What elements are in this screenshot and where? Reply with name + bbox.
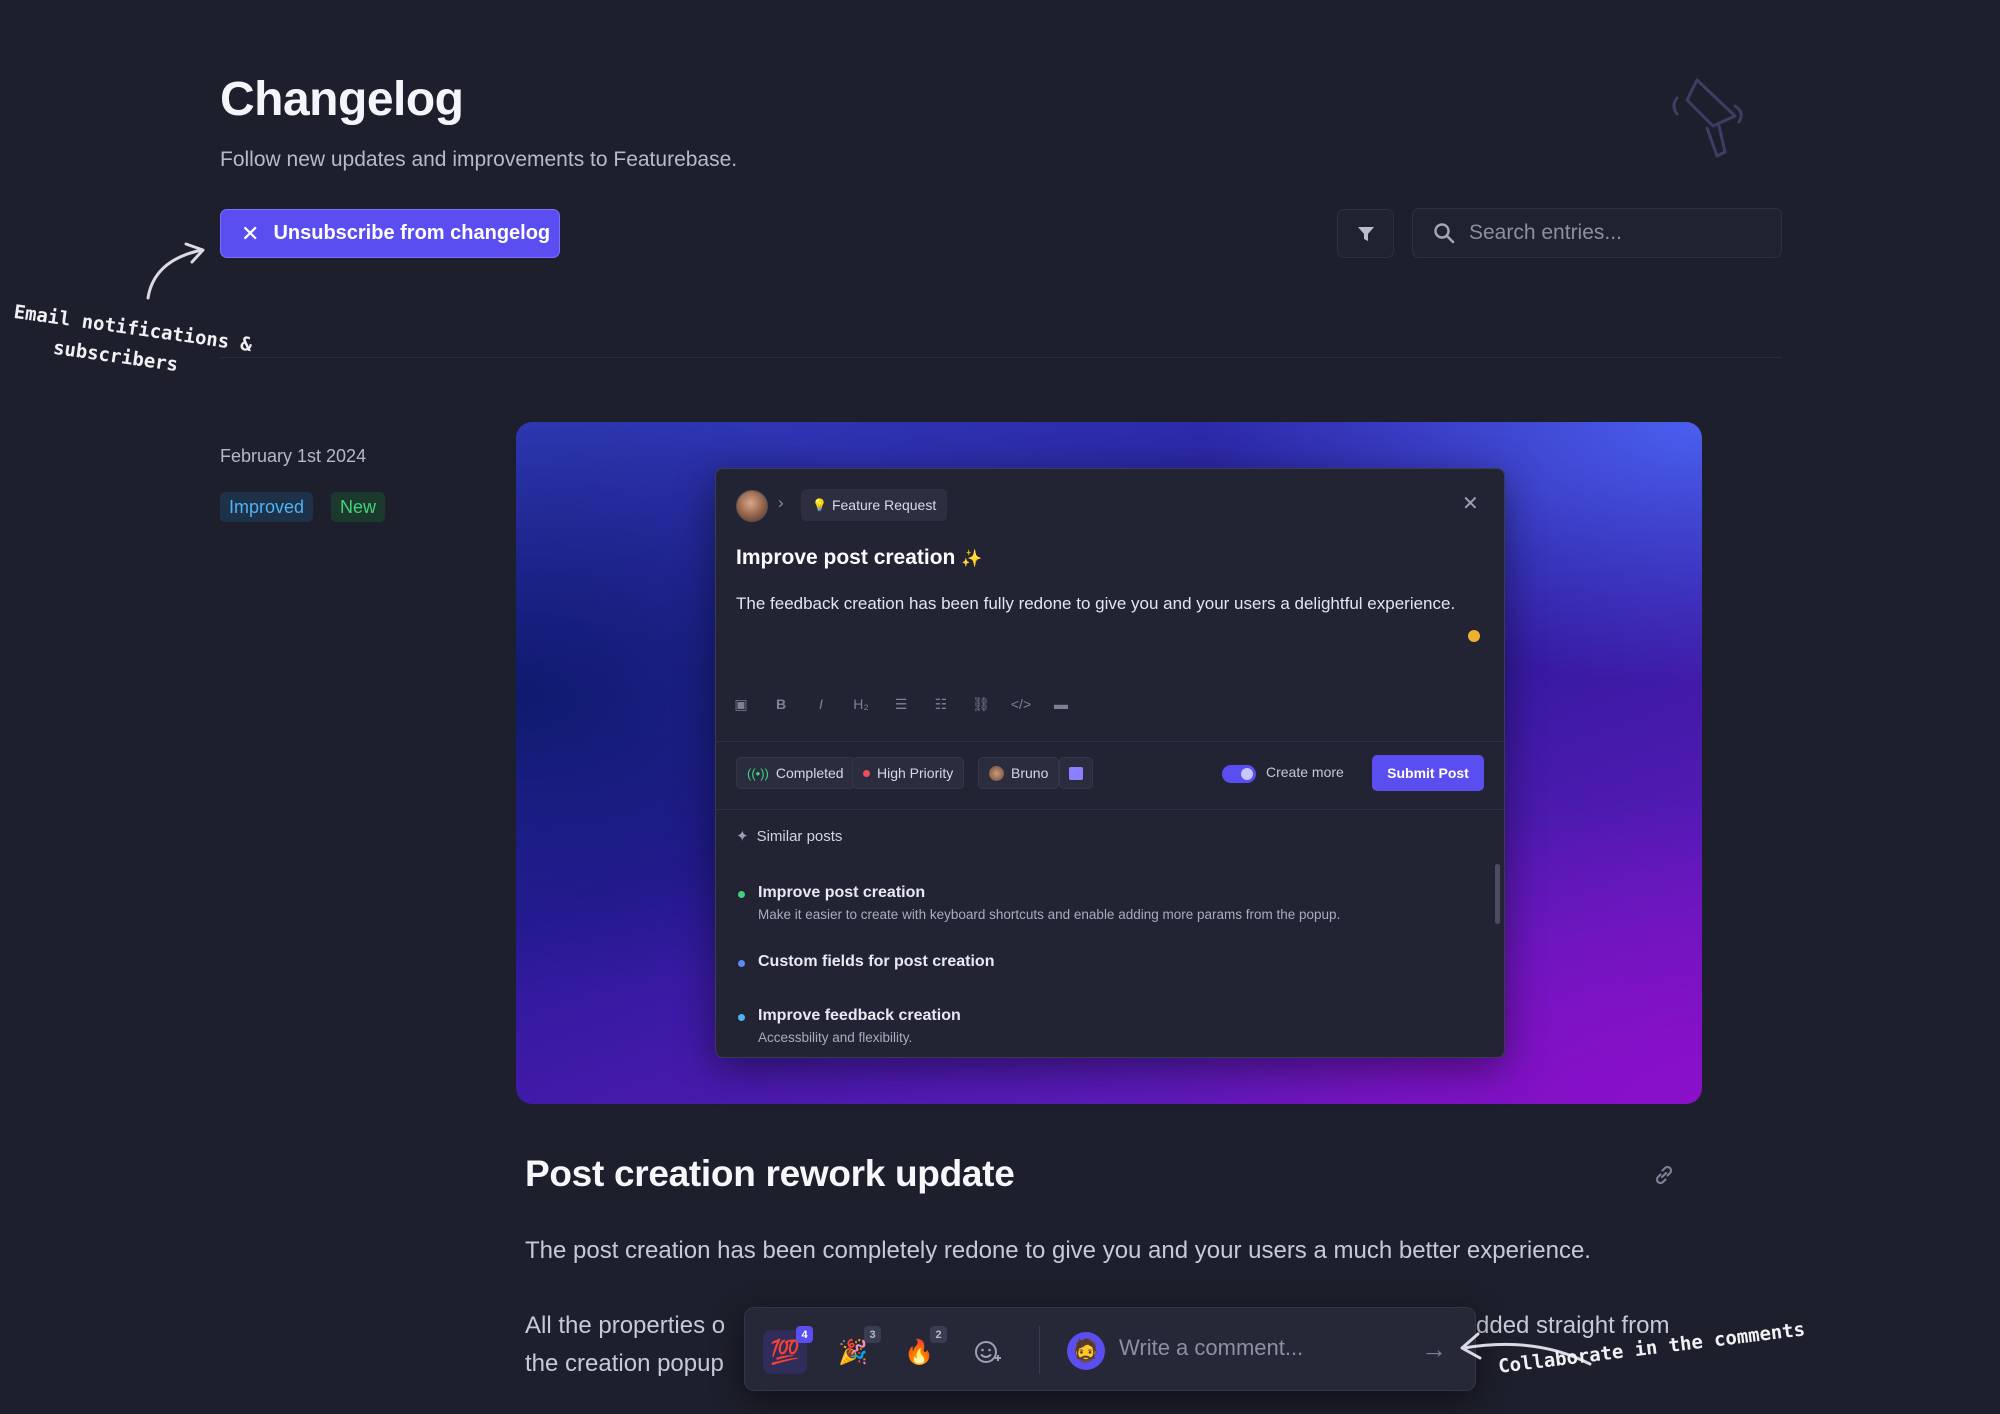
page-title: Changelog — [220, 73, 464, 126]
lightbulb-icon: 💡 — [812, 498, 827, 512]
calendar-icon — [1069, 766, 1083, 780]
annotation-arrow-icon — [146, 242, 205, 300]
filter-button[interactable] — [1337, 209, 1394, 258]
page-subtitle: Follow new updates and improvements to F… — [220, 148, 738, 171]
divider — [220, 357, 1782, 358]
add-reaction-button[interactable] — [965, 1330, 1009, 1374]
email-notifications-note: Email notifications & subscribers — [8, 297, 254, 390]
similar-posts-label: Similar posts — [756, 827, 843, 845]
similar-post-subtitle: Make it easier to create with keyboard s… — [758, 907, 1341, 922]
status-dot — [1468, 630, 1480, 642]
avatar — [736, 490, 768, 522]
modal-post-body[interactable]: The feedback creation has been fully red… — [736, 590, 1476, 618]
chevron-right-icon: › — [778, 493, 784, 512]
send-arrow-icon[interactable]: → — [1421, 1334, 1447, 1365]
status-chip[interactable]: ((•)) Completed — [736, 757, 855, 789]
party-popper-icon: 🎉 — [838, 1338, 868, 1366]
submit-post-button[interactable]: Submit Post — [1372, 755, 1484, 791]
close-icon: ✕ — [241, 220, 260, 246]
board-breadcrumb[interactable]: 💡 Feature Request — [801, 489, 948, 521]
scrollbar[interactable] — [1495, 864, 1500, 924]
reaction-count: 4 — [796, 1326, 813, 1343]
calendar-button[interactable] — [1059, 757, 1093, 789]
broadcast-icon: ((•)) — [747, 765, 769, 781]
priority-chip[interactable]: High Priority — [852, 757, 965, 789]
sparkle-icon: ✦ — [736, 828, 749, 845]
status-chip-label: Completed — [775, 765, 844, 781]
entry-paragraph: The post creation has been completely re… — [525, 1237, 1591, 1264]
unsubscribe-label: Unsubscribe from changelog — [273, 222, 551, 244]
tag-new[interactable]: New — [331, 492, 386, 522]
bullet-list-icon[interactable]: ☰ — [890, 696, 912, 713]
comment-bar: 💯 4 🎉 3 🔥 2 🧔 → — [744, 1307, 1476, 1391]
divider — [1039, 1326, 1040, 1374]
similar-posts-heading: ✦ Similar posts — [736, 827, 843, 846]
unsubscribe-button[interactable]: ✕ Unsubscribe from changelog — [220, 209, 560, 258]
reaction-count: 2 — [930, 1326, 947, 1343]
status-dot — [738, 891, 745, 898]
video-icon[interactable]: ▬ — [1050, 696, 1072, 713]
fire-icon: 🔥 — [904, 1338, 934, 1366]
search-input[interactable] — [1469, 221, 1769, 245]
entry-paragraph: the creation popup — [525, 1350, 724, 1377]
bold-icon[interactable]: B — [770, 696, 792, 713]
hundred-points-icon: 💯 — [770, 1338, 800, 1366]
reaction-100-button[interactable]: 💯 4 — [763, 1326, 813, 1374]
avatar: 🧔 — [1067, 1332, 1105, 1370]
similar-post-title: Improve feedback creation — [758, 1007, 961, 1024]
search-icon — [1434, 223, 1455, 244]
comment-input[interactable] — [1119, 1335, 1409, 1361]
reaction-count: 3 — [864, 1326, 881, 1343]
link-icon[interactable]: ⛓ — [970, 696, 992, 713]
image-icon[interactable]: ▣ — [730, 696, 752, 713]
post-creation-modal: › 💡 Feature Request ✕ Improve post creat… — [715, 468, 1505, 1058]
entry-paragraph: All the properties o — [525, 1312, 726, 1339]
reaction-party-button[interactable]: 🎉 3 — [831, 1326, 881, 1374]
divider — [716, 809, 1504, 810]
breadcrumb-label: Feature Request — [831, 497, 937, 513]
divider — [716, 741, 1504, 742]
priority-chip-label: High Priority — [877, 765, 954, 781]
sparkles-icon: ✨ — [961, 549, 983, 568]
megaphone-icon — [1672, 78, 1743, 158]
create-more-toggle[interactable] — [1222, 765, 1256, 783]
editor-toolbar: ▣ B I H₂ ☰ ☷ ⛓ </> ▬ — [730, 696, 1072, 713]
reaction-fire-button[interactable]: 🔥 2 — [897, 1326, 947, 1374]
assignee-chip-label: Bruno — [1011, 765, 1049, 781]
entry-title: Post creation rework update — [525, 1153, 1015, 1194]
similar-post-subtitle: Accessbility and flexibility. — [758, 1030, 913, 1045]
heading-icon[interactable]: H₂ — [850, 696, 872, 713]
modal-post-title: Improve post creation ✨ — [736, 546, 982, 570]
assignee-chip[interactable]: Bruno — [978, 757, 1060, 789]
numbered-list-icon[interactable]: ☷ — [930, 696, 952, 713]
status-dot — [738, 1014, 745, 1021]
add-emoji-icon — [975, 1341, 1001, 1363]
tag-improved[interactable]: Improved — [220, 492, 314, 522]
search-box[interactable] — [1412, 208, 1782, 258]
italic-icon[interactable]: I — [810, 696, 832, 713]
status-dot — [738, 960, 745, 967]
similar-post-title: Improve post creation — [758, 884, 926, 901]
modal-title-text: Improve post creation — [736, 546, 956, 569]
priority-dot-icon — [863, 769, 870, 777]
code-icon[interactable]: </> — [1010, 696, 1032, 713]
link-icon[interactable] — [1652, 1163, 1676, 1187]
create-more-label: Create more — [1266, 764, 1344, 780]
similar-post-title: Custom fields for post creation — [758, 953, 995, 970]
filter-icon — [1357, 226, 1374, 241]
avatar — [989, 765, 1004, 781]
entry-date: February 1st 2024 — [220, 446, 367, 466]
close-icon[interactable]: ✕ — [1462, 491, 1479, 516]
